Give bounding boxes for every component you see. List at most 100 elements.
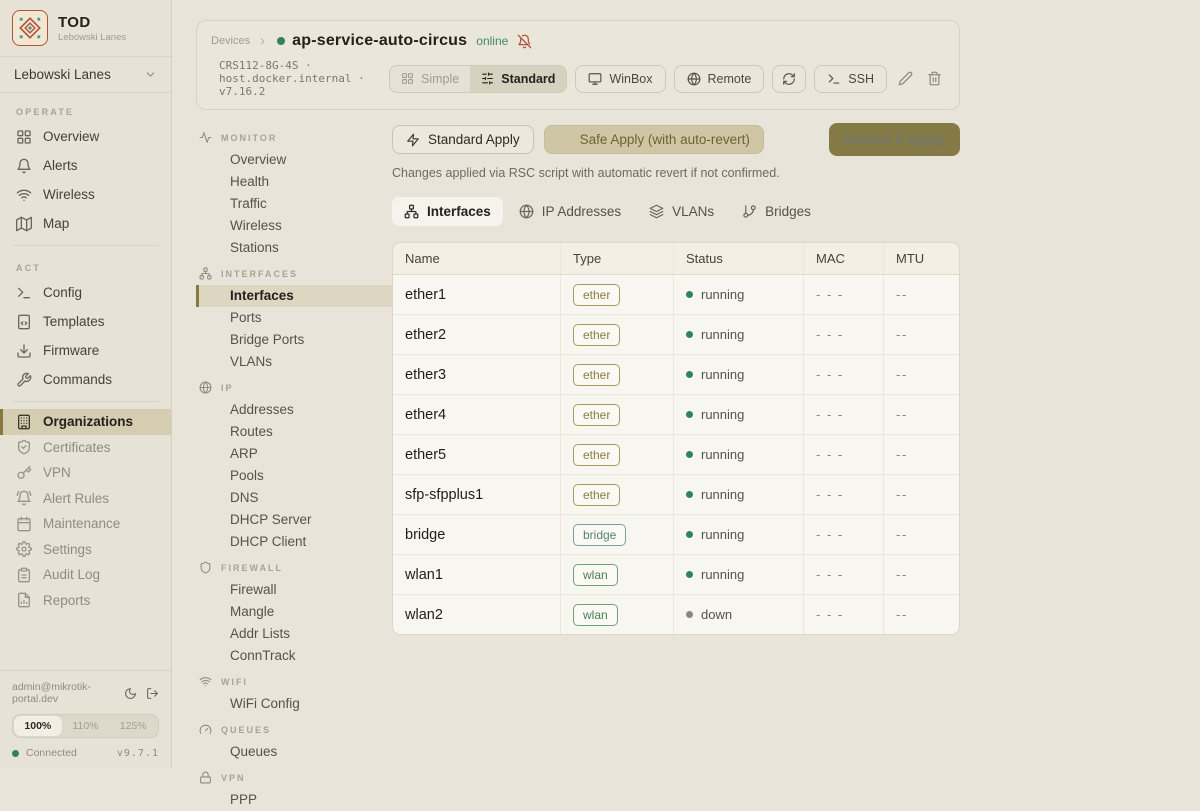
view-mode-toggle: SimpleStandard <box>389 65 567 93</box>
device-nav-item-bridge-ports[interactable]: Bridge Ports <box>196 329 392 351</box>
table-row-ether1[interactable]: ether1etherrunning- - --- <box>393 275 959 315</box>
interface-type-cell: wlan <box>560 555 673 594</box>
trash-icon[interactable] <box>927 71 942 86</box>
sidebar-item-organizations[interactable]: Organizations <box>0 409 171 435</box>
table-row-ether4[interactable]: ether4etherrunning- - --- <box>393 395 959 435</box>
table-row-wlan2[interactable]: wlan2wlandown- - --- <box>393 595 959 634</box>
type-badge: wlan <box>573 564 618 586</box>
device-nav-item-routes[interactable]: Routes <box>196 421 392 443</box>
bell-off-icon[interactable] <box>517 34 532 49</box>
device-nav-item-pools[interactable]: Pools <box>196 465 392 487</box>
device-nav-item-ports[interactable]: Ports <box>196 307 392 329</box>
logout-icon[interactable] <box>146 687 159 700</box>
nav-divider <box>12 245 159 246</box>
online-badge: online <box>476 34 508 48</box>
device-nav-item-health[interactable]: Health <box>196 171 392 193</box>
calendar-icon <box>16 516 32 532</box>
device-nav-item-wireless[interactable]: Wireless <box>196 215 392 237</box>
zoom-option-100[interactable]: 100% <box>14 716 62 736</box>
interface-status-cell: running <box>673 275 803 314</box>
nav-section-label-act: ACT <box>0 253 171 278</box>
sidebar-item-settings[interactable]: Settings <box>0 537 171 563</box>
sidebar-item-commands[interactable]: Commands <box>0 365 171 394</box>
column-header-mac: MAC <box>803 243 883 274</box>
breadcrumb[interactable]: Devices <box>211 35 250 47</box>
status-label: running <box>701 567 744 582</box>
table-row-ether2[interactable]: ether2etherrunning- - --- <box>393 315 959 355</box>
sidebar-item-alerts[interactable]: Alerts <box>0 151 171 180</box>
device-nav-item-wifi-config[interactable]: WiFi Config <box>196 693 392 715</box>
dark-mode-moon-icon[interactable] <box>124 687 137 700</box>
status-dot <box>686 371 693 378</box>
sidebar-item-maintenance[interactable]: Maintenance <box>0 511 171 537</box>
device-nav-item-queues[interactable]: Queues <box>196 741 392 763</box>
view-mode-simple[interactable]: Simple <box>390 66 470 92</box>
interface-status-cell: running <box>673 555 803 594</box>
sidebar-item-reports[interactable]: Reports <box>0 588 171 614</box>
globe-icon <box>687 72 701 86</box>
bell-ring-icon <box>16 490 32 506</box>
device-nav-item-arp[interactable]: ARP <box>196 443 392 465</box>
sidebar-item-templates[interactable]: Templates <box>0 307 171 336</box>
device-nav-item-mangle[interactable]: Mangle <box>196 601 392 623</box>
gauge-icon <box>199 723 212 736</box>
device-meta: CRS112-8G-4S · host.docker.internal · v7… <box>219 59 389 98</box>
tab-vlans[interactable]: VLANs <box>637 197 726 226</box>
device-nav-item-stations[interactable]: Stations <box>196 237 392 259</box>
sliders-icon <box>481 72 494 85</box>
view-mode-standard[interactable]: Standard <box>470 66 566 92</box>
interface-mac: - - - <box>803 595 883 634</box>
org-selector[interactable]: Lebowski Lanes <box>0 57 171 93</box>
table-body: ether1etherrunning- - ---ether2etherrunn… <box>393 275 959 634</box>
device-nav-item-dhcp-client[interactable]: DHCP Client <box>196 531 392 553</box>
device-nav-item-dhcp-server[interactable]: DHCP Server <box>196 509 392 531</box>
table-row-wlan1[interactable]: wlan1wlanrunning- - --- <box>393 555 959 595</box>
device-nav-item-dns[interactable]: DNS <box>196 487 392 509</box>
zoom-option-110[interactable]: 110% <box>62 716 110 736</box>
device-nav-section-label: QUEUES <box>221 725 271 735</box>
ssh-button[interactable]: SSH <box>814 65 887 93</box>
device-nav-item-vlans[interactable]: VLANs <box>196 351 392 373</box>
sidebar-item-audit-log[interactable]: Audit Log <box>0 562 171 588</box>
sidebar-item-certificates[interactable]: Certificates <box>0 435 171 461</box>
tab-label: VLANs <box>672 204 714 219</box>
sidebar-item-wireless[interactable]: Wireless <box>0 180 171 209</box>
safe-apply-button[interactable]: Safe Apply (with auto-revert) <box>544 125 764 154</box>
zoom-option-125[interactable]: 125% <box>109 716 157 736</box>
table-row-ether3[interactable]: ether3etherrunning- - --- <box>393 355 959 395</box>
sidebar-item-vpn[interactable]: VPN <box>0 460 171 486</box>
device-nav-item-interfaces[interactable]: Interfaces <box>196 285 392 307</box>
content-panel: Standard Apply Safe Apply (with auto-rev… <box>392 110 960 811</box>
interface-mtu: -- <box>883 315 959 354</box>
interface-mac: - - - <box>803 275 883 314</box>
table-row-sfp-sfpplus1[interactable]: sfp-sfpplus1etherrunning- - --- <box>393 475 959 515</box>
sidebar-item-firmware[interactable]: Firmware <box>0 336 171 365</box>
gear-icon <box>16 541 32 557</box>
device-nav-item-ppp[interactable]: PPP <box>196 789 392 811</box>
type-badge: ether <box>573 404 620 426</box>
device-nav-item-traffic[interactable]: Traffic <box>196 193 392 215</box>
refresh-button[interactable] <box>772 65 806 93</box>
tab-interfaces[interactable]: Interfaces <box>392 197 503 226</box>
sidebar-item-config[interactable]: Config <box>0 278 171 307</box>
table-row-ether5[interactable]: ether5etherrunning- - --- <box>393 435 959 475</box>
winbox-button[interactable]: WinBox <box>575 65 665 93</box>
sidebar-item-overview[interactable]: Overview <box>0 122 171 151</box>
device-nav-item-conntrack[interactable]: ConnTrack <box>196 645 392 667</box>
sidebar-item-alert-rules[interactable]: Alert Rules <box>0 486 171 512</box>
status-dot <box>686 491 693 498</box>
device-nav-item-addr-lists[interactable]: Addr Lists <box>196 623 392 645</box>
interface-type-cell: ether <box>560 355 673 394</box>
device-nav-item-overview[interactable]: Overview <box>196 149 392 171</box>
layers-icon <box>649 204 664 219</box>
tab-bridges[interactable]: Bridges <box>730 197 823 226</box>
device-nav-item-addresses[interactable]: Addresses <box>196 399 392 421</box>
table-row-bridge[interactable]: bridgebridgerunning- - --- <box>393 515 959 555</box>
review-apply-button[interactable]: Review & Apply <box>829 123 960 156</box>
device-nav-item-firewall[interactable]: Firewall <box>196 579 392 601</box>
sidebar-item-map[interactable]: Map <box>0 209 171 238</box>
pencil-icon[interactable] <box>898 71 913 86</box>
tab-ip-addresses[interactable]: IP Addresses <box>507 197 633 226</box>
remote-button[interactable]: Remote <box>674 65 765 93</box>
standard-apply-button[interactable]: Standard Apply <box>392 125 534 154</box>
